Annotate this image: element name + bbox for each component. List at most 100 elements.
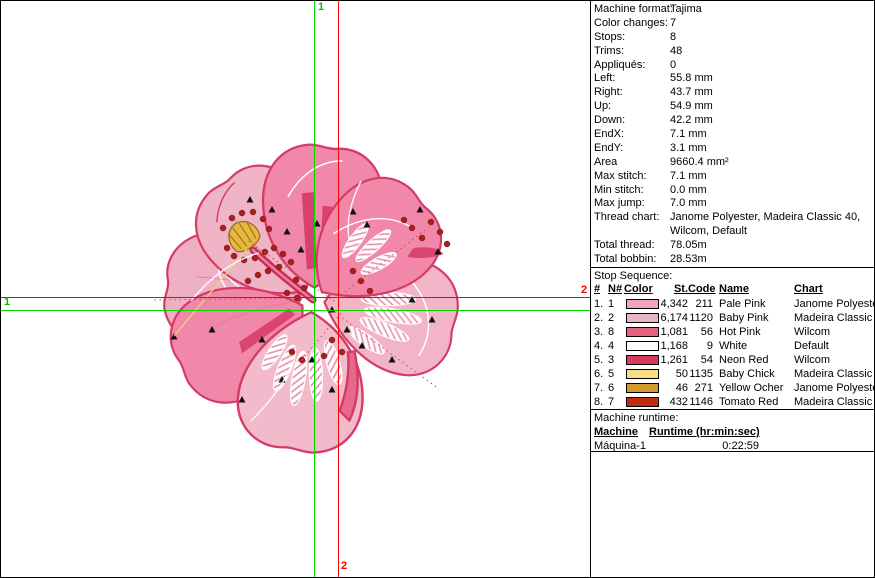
thread-name: Hot Pink [713, 325, 788, 339]
info-value: 8 [670, 31, 875, 45]
stitch-count: 6,174 [660, 311, 688, 325]
info-row: Right:43.7 mm [591, 86, 875, 100]
thread-code: 1120 [688, 311, 713, 325]
stitch-count: 432 [660, 395, 688, 409]
col-header-stitches: St. [660, 283, 688, 297]
stop-sequence-title: Stop Sequence: [591, 269, 875, 283]
col-header-needle: N# [608, 283, 624, 297]
end-marker-label-bottom: 2 [341, 561, 347, 572]
info-label: Area [591, 156, 670, 170]
thread-name: Tomato Red [713, 395, 788, 409]
color-cell [624, 311, 660, 325]
col-header-runtime: Runtime (hr:min:sec) [649, 425, 759, 439]
needle-num: 8 [608, 325, 624, 339]
color-cell [624, 297, 660, 311]
needle-num: 4 [608, 339, 624, 353]
stop-row: 2.2 6,1741120 Baby PinkMadeira Classic 4… [591, 311, 875, 325]
start-guide-vertical [314, 1, 315, 578]
start-marker-label-top: 1 [318, 2, 324, 13]
embroidery-design[interactable] [1, 1, 590, 578]
design-info-panel: Machine format:Tajima Color changes:7 St… [591, 1, 875, 578]
thread-code: 9 [688, 339, 713, 353]
needle-num: 5 [608, 367, 624, 381]
info-value: 55.8 mm [670, 72, 875, 86]
col-header-chart: Chart [788, 283, 875, 297]
color-cell [624, 367, 660, 381]
col-header-color: Color [624, 283, 660, 297]
info-label: Color changes: [591, 17, 670, 31]
stitch-count: 1,168 [660, 339, 688, 353]
info-value: 28.53m [670, 253, 875, 267]
info-label: Left: [591, 72, 670, 86]
thread-color-swatch [626, 355, 659, 365]
thread-color-swatch [626, 383, 659, 393]
thread-code: 1135 [688, 367, 713, 381]
end-guide-vertical [338, 1, 339, 578]
needle-num: 3 [608, 353, 624, 367]
info-value: Tajima [670, 3, 875, 17]
thread-color-swatch [626, 313, 659, 323]
col-header-name: Name [713, 283, 788, 297]
col-header-machine: Machine [591, 425, 649, 439]
design-properties-section: Machine format:Tajima Color changes:7 St… [591, 3, 875, 267]
stop-num: 1. [591, 297, 608, 311]
thread-chart: Madeira Classic 40 [788, 395, 875, 409]
thread-chart: Wilcom [788, 325, 875, 339]
stop-row: 5.3 1,26154 Neon RedWilcom [591, 353, 875, 367]
needle-num: 6 [608, 381, 624, 395]
start-guide-horizontal [1, 310, 590, 311]
info-value: 0.0 mm [670, 184, 875, 198]
thread-name: Pale Pink [713, 297, 788, 311]
info-label: Down: [591, 114, 670, 128]
stop-num: 4. [591, 339, 608, 353]
thread-chart: Janome Polyester [788, 381, 875, 395]
thread-name: Baby Pink [713, 311, 788, 325]
info-label: Max stitch: [591, 170, 670, 184]
info-row: Left:55.8 mm [591, 72, 875, 86]
info-value: 78.05m [670, 239, 875, 253]
thread-code: 56 [688, 325, 713, 339]
thread-color-swatch [626, 327, 659, 337]
info-label: Min stitch: [591, 184, 670, 198]
runtime-header: Machine Runtime (hr:min:sec) [591, 425, 875, 439]
info-label: Machine format: [591, 3, 670, 17]
info-value: Janome Polyester, Madeira Classic 40, Wi… [670, 211, 875, 239]
info-label: Up: [591, 100, 670, 114]
stitch-count: 50 [660, 367, 688, 381]
info-value: 7 [670, 17, 875, 31]
thread-color-swatch [626, 299, 659, 309]
color-cell [624, 325, 660, 339]
thread-code: 211 [688, 297, 713, 311]
info-value: 9660.4 mm² [670, 156, 875, 170]
design-canvas[interactable]: 1 2 1 2 [1, 1, 590, 578]
stop-row: 6.5 501135 Baby ChickMadeira Classic 40 [591, 367, 875, 381]
needle-num: 2 [608, 311, 624, 325]
info-value: 0 [670, 59, 875, 73]
start-marker-label-left: 1 [4, 297, 10, 308]
info-row: EndY:3.1 mm [591, 142, 875, 156]
thread-name: Yellow Ocher [713, 381, 788, 395]
stitch-count: 46 [660, 381, 688, 395]
machine-runtime-section: Machine runtime: Machine Runtime (hr:min… [591, 411, 875, 453]
info-value: 48 [670, 45, 875, 59]
info-label: Right: [591, 86, 670, 100]
info-label: Appliqués: [591, 59, 670, 73]
info-row: Max stitch:7.1 mm [591, 170, 875, 184]
info-value: 7.1 mm [670, 170, 875, 184]
thread-color-swatch [626, 369, 659, 379]
thread-code: 271 [688, 381, 713, 395]
info-value: 42.2 mm [670, 114, 875, 128]
stitch-count: 4,342 [660, 297, 688, 311]
info-row: Stops:8 [591, 31, 875, 45]
section-separator [591, 267, 875, 268]
info-label: Total thread: [591, 239, 670, 253]
section-separator [591, 409, 875, 410]
stop-row: 3.8 1,08156 Hot PinkWilcom [591, 325, 875, 339]
info-label: Max jump: [591, 197, 670, 211]
thread-color-swatch [626, 397, 659, 407]
machine-runtime-title: Machine runtime: [591, 411, 875, 425]
info-row: Max jump:7.0 mm [591, 197, 875, 211]
info-label: Stops: [591, 31, 670, 45]
info-row: Trims:48 [591, 45, 875, 59]
info-row: Total bobbin:28.53m [591, 253, 875, 267]
